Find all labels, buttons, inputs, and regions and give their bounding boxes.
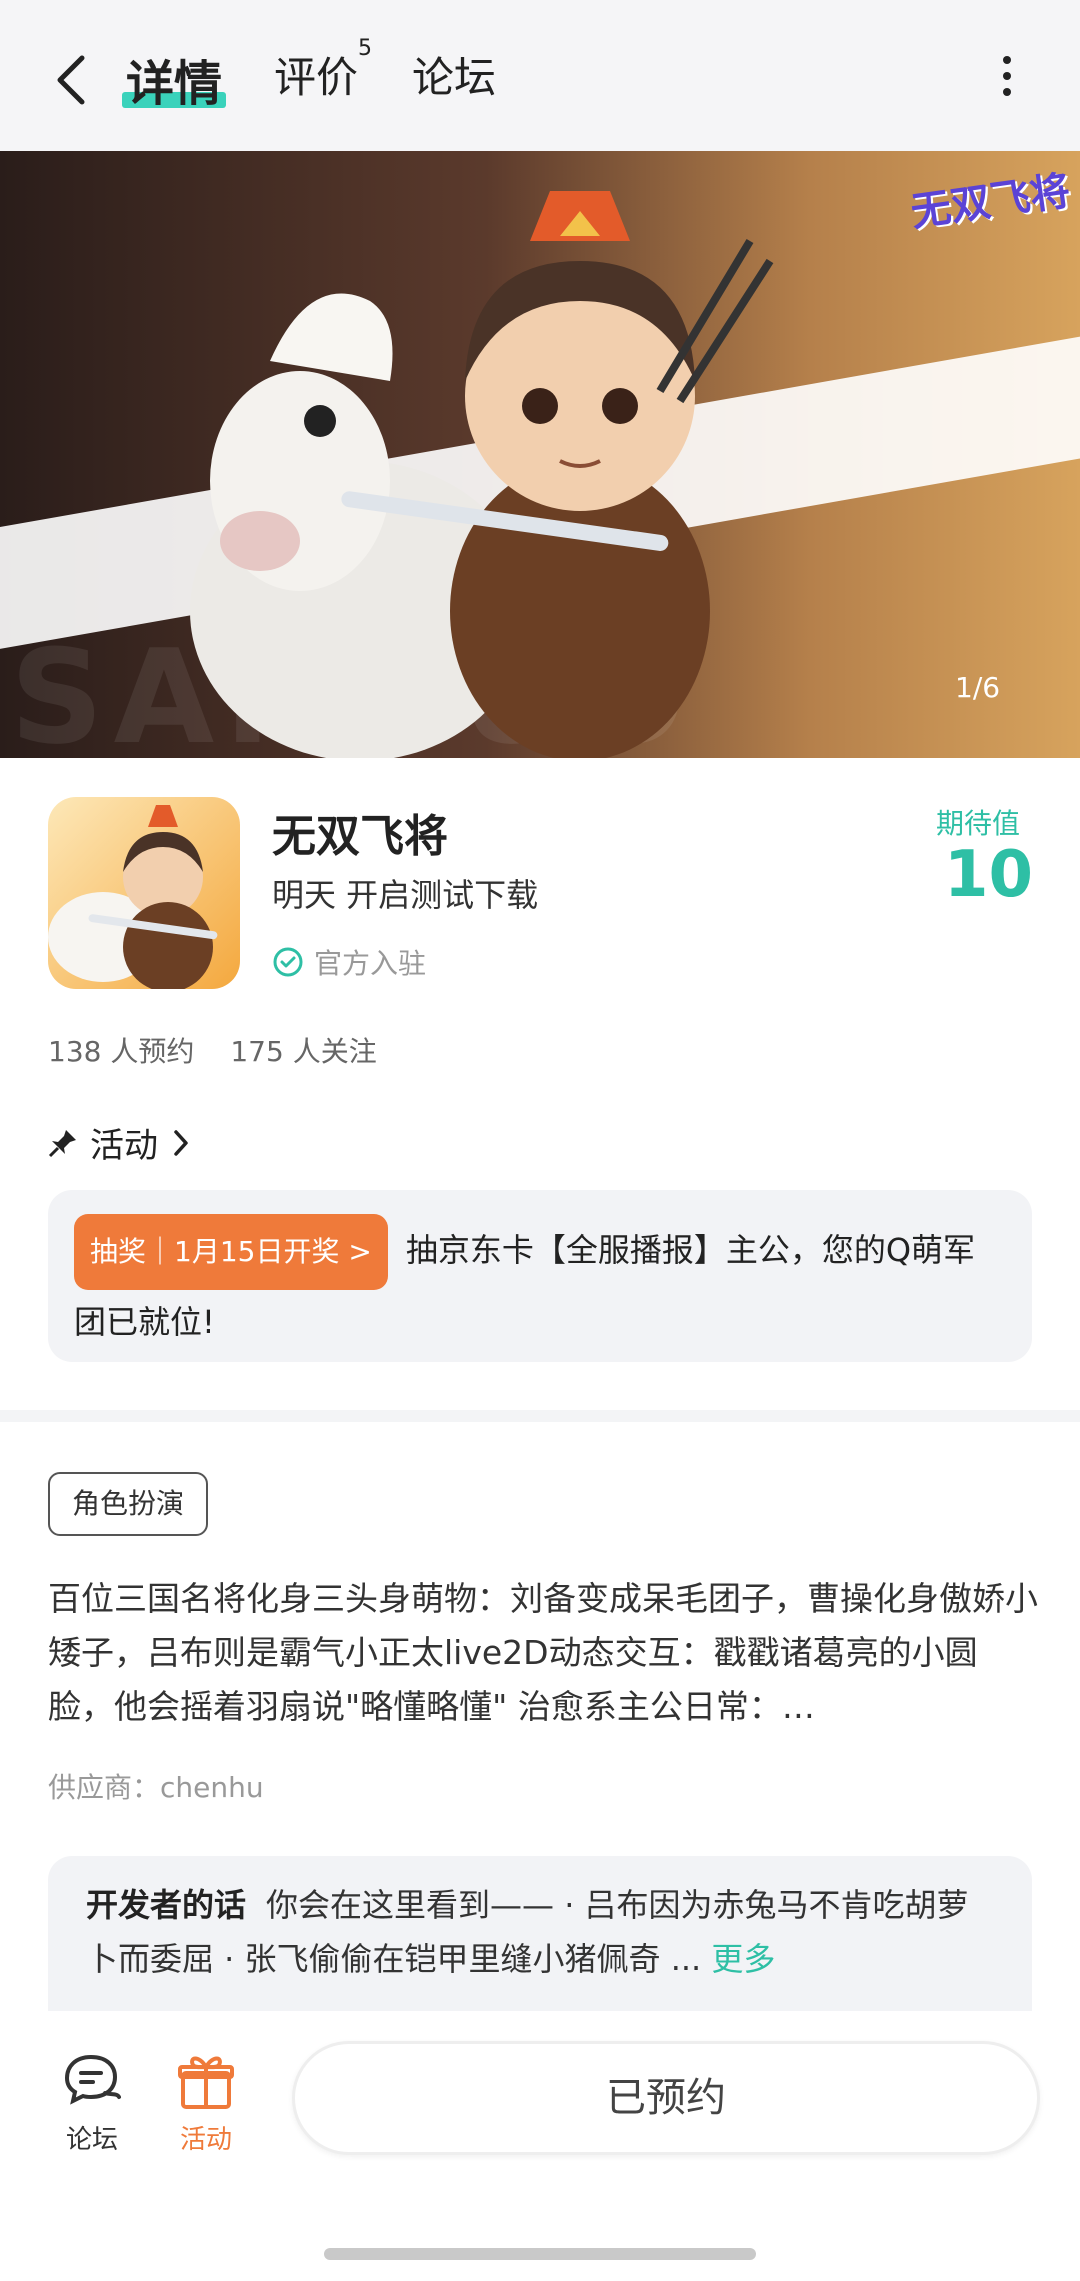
genre-tag[interactable]: 角色扮演 xyxy=(48,1472,209,1536)
chevron-right-icon xyxy=(174,1129,188,1156)
game-stats: 138 人预约 175 人关注 xyxy=(48,1030,377,1070)
game-app-icon xyxy=(48,797,240,989)
game-logo: 无双飞将 xyxy=(908,168,1073,236)
gift-icon xyxy=(178,2056,234,2109)
developer-notes-card[interactable]: 开发者的话 你会在这里看到—— · 吕布因为赤兔马不肯吃胡萝卜而委屈 · 张飞偷偷… xyxy=(48,1856,1032,2011)
bottom-action-bar: 论坛 活动 已预约 xyxy=(0,2011,1080,2281)
bottom-activity-button[interactable]: 活动 xyxy=(166,2051,246,2156)
official-label: 官方入驻 xyxy=(314,947,427,980)
expectation-label: 期待值 xyxy=(936,807,1021,840)
tab-reviews[interactable]: 评价 5 xyxy=(274,36,372,105)
screenshot-carousel[interactable]: SANGUO 无双飞将 1/6 xyxy=(0,151,1080,758)
activity-heading: 活动 xyxy=(90,1126,158,1166)
back-arrow-icon[interactable] xyxy=(48,50,98,110)
carousel-counter: 1/6 xyxy=(955,671,1001,704)
lottery-badge[interactable]: 抽奖｜1月15日开奖 > xyxy=(74,1214,388,1290)
follow-count: 175 人关注 xyxy=(230,1035,377,1068)
pin-icon xyxy=(48,1129,76,1157)
expectation-score: 10 xyxy=(944,838,1034,912)
game-introduction[interactable]: 百位三国名将化身三头身萌物：刘备变成呆毛团子，曹操化身傲娇小矮子，吕布则是霸气小… xyxy=(48,1572,1038,1734)
reservation-count: 138 人预约 xyxy=(48,1035,195,1068)
bottom-forum-label: 论坛 xyxy=(65,2125,118,2155)
reserved-button[interactable]: 已预约 xyxy=(292,2041,1040,2155)
bottom-forum-button[interactable]: 论坛 xyxy=(52,2051,132,2156)
hero-character-illustration xyxy=(190,191,774,758)
tab-details[interactable]: 详情 xyxy=(122,44,227,114)
game-icon-illustration xyxy=(48,805,218,989)
supplier-info: 供应商：chenhu xyxy=(48,1771,264,1804)
tab-details-label: 详情 xyxy=(126,56,223,112)
official-badge: 官方入驻 xyxy=(272,942,426,982)
forum-chat-icon xyxy=(64,2054,121,2105)
more-options-icon[interactable] xyxy=(996,56,1018,104)
tab-forum[interactable]: 论坛 xyxy=(412,44,496,105)
developer-notes-label: 开发者的话 xyxy=(86,1886,247,1924)
tab-forum-label: 论坛 xyxy=(412,53,497,102)
bottom-activity-label: 活动 xyxy=(179,2125,232,2155)
activity-section-link[interactable]: 活动 xyxy=(48,1118,192,1167)
home-indicator[interactable] xyxy=(324,2248,756,2260)
review-count-badge: 5 xyxy=(358,36,373,61)
tab-reviews-label: 评价 xyxy=(274,53,359,102)
activity-card[interactable]: 抽奖｜1月15日开奖 > 抽京东卡【全服播报】主公，您的Q萌军团已就位! xyxy=(48,1190,1032,1362)
section-divider xyxy=(0,1410,1080,1422)
game-title: 无双飞将 xyxy=(272,811,448,862)
top-nav-bar: 详情 评价 5 论坛 xyxy=(0,0,1080,151)
release-status: 明天 开启测试下载 xyxy=(272,876,539,914)
verified-check-icon xyxy=(273,947,303,977)
more-link[interactable]: 更多 xyxy=(711,1940,775,1978)
activity-description: 抽奖｜1月15日开奖 > 抽京东卡【全服播报】主公，您的Q萌军团已就位! xyxy=(74,1214,1006,1354)
